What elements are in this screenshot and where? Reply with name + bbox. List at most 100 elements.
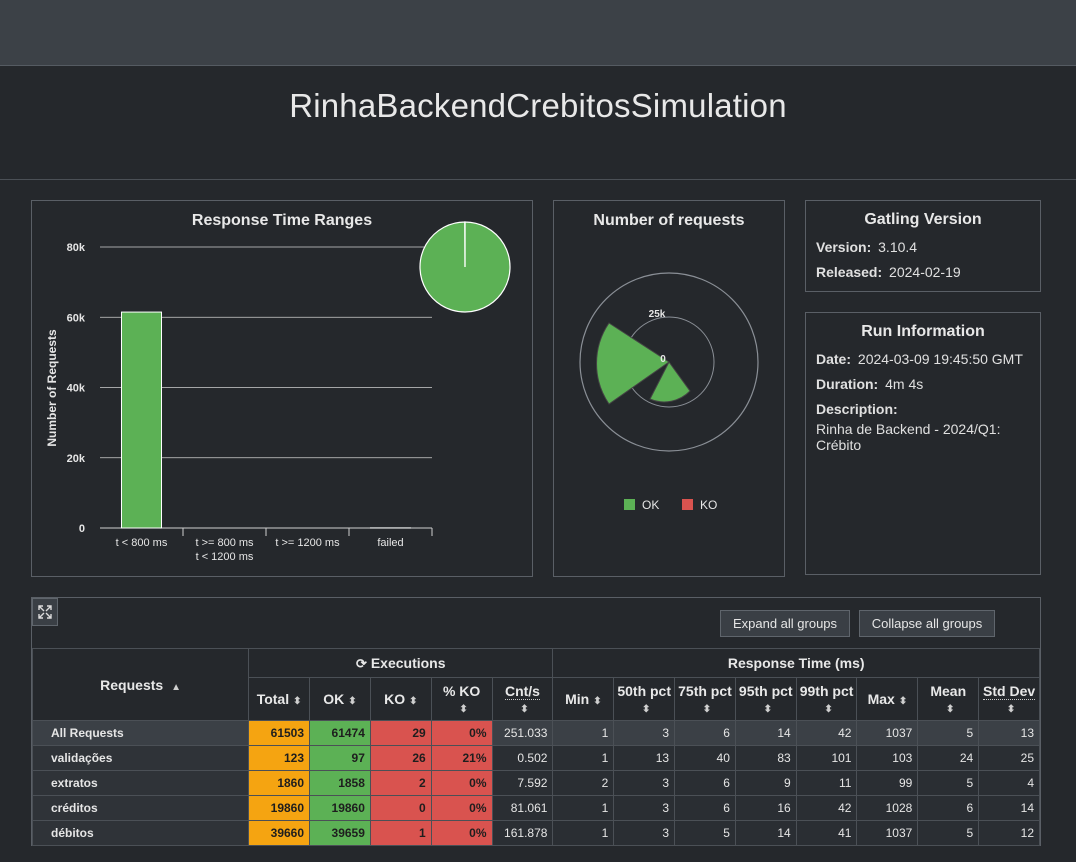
- description-label: Description:: [816, 401, 898, 417]
- cell-pct99: 11: [795, 770, 858, 796]
- sort-icon: ⬍: [409, 696, 418, 707]
- column-header-label: Total: [256, 691, 290, 707]
- response-time-header: Response Time (ms): [552, 648, 1040, 678]
- y-tick-label: 40k: [67, 383, 86, 395]
- run-information-panel: Run Information Date: 2024-03-09 19:45:5…: [805, 312, 1041, 575]
- cell-pct99: 41: [795, 820, 858, 846]
- cell-std-dev: 12: [978, 820, 1040, 846]
- cell-max: 1028: [856, 795, 919, 821]
- description-value: Rinha de Backend - 2024/Q1: Crébito: [816, 421, 1001, 453]
- sort-icon: ⬍: [348, 696, 357, 707]
- cell-ko: 0: [369, 795, 432, 821]
- y-tick-label: 80k: [67, 242, 86, 254]
- cell-total: 39660: [248, 820, 311, 846]
- table-row[interactable]: validações 123 97 26 21% 0.502 1 13 40 83 101 103 24…: [31, 745, 1040, 771]
- cell-mean: 5: [917, 820, 980, 846]
- cell-pct50: 3: [613, 770, 676, 796]
- sort-asc-icon: ▲: [171, 681, 181, 693]
- column-header-label: 99th pct: [799, 683, 854, 699]
- cell-pct-ko: 0%: [430, 770, 493, 796]
- chart-title: Response Time Ranges: [192, 212, 372, 229]
- column-header-mean[interactable]: Mean ⬍: [917, 677, 980, 721]
- column-header-ko[interactable]: KO ⬍: [369, 677, 432, 721]
- column-header-pct-ko[interactable]: % KO ⬍: [430, 677, 493, 721]
- column-header-ok[interactable]: OK ⬍: [309, 677, 371, 721]
- x-tick-label: t >= 800 ms: [195, 537, 254, 549]
- request-name[interactable]: validações: [31, 745, 250, 771]
- cell-ok: 1858: [309, 770, 371, 796]
- column-header-label: Max: [867, 691, 895, 707]
- column-header-cnt-per-s[interactable]: Cnt/s ⬍: [491, 677, 554, 721]
- cell-total: 1860: [248, 770, 311, 796]
- column-header-label: Min: [565, 691, 590, 707]
- cell-max: 1037: [856, 720, 919, 746]
- cell-pct95: 14: [734, 720, 797, 746]
- cell-pct95: 14: [734, 820, 797, 846]
- cell-pct95: 16: [734, 795, 797, 821]
- x-tick-label: failed: [377, 537, 403, 549]
- cell-min: 1: [552, 795, 615, 821]
- request-name[interactable]: débitos: [31, 820, 250, 846]
- cell-max: 99: [856, 770, 919, 796]
- polar-tick-25k: 25k: [649, 309, 666, 320]
- legend-ok-swatch[interactable]: [624, 499, 635, 510]
- bar[interactable]: [121, 311, 162, 529]
- request-name[interactable]: All Requests: [31, 720, 250, 746]
- collapse-all-groups-button[interactable]: Collapse all groups: [859, 610, 995, 637]
- expand-all-groups-button[interactable]: Expand all groups: [720, 610, 850, 637]
- legend-ok-label[interactable]: OK: [642, 498, 659, 512]
- column-header-label: 50th pct: [617, 683, 672, 699]
- column-header-max[interactable]: Max ⬍: [856, 677, 919, 721]
- gatling-version-title: Gatling Version: [864, 211, 982, 228]
- cell-cnt-per-s: 0.502: [491, 745, 554, 771]
- table-row[interactable]: créditos 19860 19860 0 0% 81.061 1 3 6 16 42 1028 6 1…: [31, 795, 1040, 821]
- table-row[interactable]: extratos 1860 1858 2 0% 7.592 2 3 6 9 11 99 5 4: [31, 770, 1040, 796]
- requests-header-label: Requests: [100, 676, 164, 693]
- cell-min: 2: [552, 770, 615, 796]
- column-header-pct50[interactable]: 50th pct ⬍: [613, 677, 676, 721]
- simulation-title: RinhaBackendCrebitosSimulation: [289, 87, 787, 124]
- sort-icon: ⬍: [293, 696, 302, 707]
- top-navbar: [0, 0, 1076, 66]
- sort-icon: ⬍: [641, 704, 651, 715]
- cell-std-dev: 14: [978, 795, 1040, 821]
- column-header-label: 75th pct: [678, 683, 732, 699]
- column-header-pct75[interactable]: 75th pct ⬍: [674, 677, 736, 721]
- cell-mean: 5: [917, 770, 980, 796]
- requests-header[interactable]: Requests ▲: [31, 648, 250, 721]
- cell-pct-ko: 21%: [430, 745, 493, 771]
- column-header-pct99[interactable]: 99th pct ⬍: [795, 677, 858, 721]
- x-tick-label: t >= 1200 ms: [275, 537, 340, 549]
- column-header-total[interactable]: Total ⬍: [248, 677, 311, 721]
- sort-icon: ⬍: [520, 704, 529, 715]
- version-label: Version:: [816, 239, 872, 255]
- column-header-label: Cnt/s: [504, 683, 540, 700]
- y-tick-label: 0: [79, 523, 85, 535]
- polar-tick-0: 0: [660, 354, 666, 365]
- cell-min: 1: [552, 720, 615, 746]
- legend-ko-swatch[interactable]: [682, 499, 693, 510]
- column-header-std-dev[interactable]: Std Dev ⬍: [978, 677, 1040, 721]
- cell-max: 1037: [856, 820, 919, 846]
- table-row[interactable]: débitos 39660 39659 1 0% 161.878 1 3 5 14 41 1037 5 1…: [31, 820, 1040, 846]
- cell-ok: 19860: [309, 795, 371, 821]
- executions-header-label: Executions: [370, 654, 446, 671]
- column-header-min[interactable]: Min ⬍: [552, 677, 615, 721]
- cell-pct95: 83: [734, 745, 797, 771]
- fullscreen-button[interactable]: [32, 598, 58, 626]
- table-row-all-requests[interactable]: All Requests 61503 61474 29 0% 251.033 1 3 6 14 42…: [31, 720, 1040, 746]
- cell-cnt-per-s: 7.592: [491, 770, 554, 796]
- column-header-pct95[interactable]: 95th pct ⬍: [734, 677, 797, 721]
- released-value: 2024-02-19: [889, 264, 961, 280]
- cell-ok: 61474: [309, 720, 371, 746]
- request-name[interactable]: créditos: [31, 795, 250, 821]
- request-name[interactable]: extratos: [31, 770, 250, 796]
- sort-icon: ⬍: [1006, 704, 1016, 715]
- released-row: Released: 2024-02-19: [816, 264, 1030, 280]
- legend-ko-label[interactable]: KO: [700, 498, 717, 512]
- cell-ok: 39659: [309, 820, 371, 846]
- sort-icon: ⬍: [593, 696, 602, 707]
- x-tick-label: t < 800 ms: [116, 537, 168, 549]
- cell-min: 1: [552, 820, 615, 846]
- cell-cnt-per-s: 161.878: [491, 820, 554, 846]
